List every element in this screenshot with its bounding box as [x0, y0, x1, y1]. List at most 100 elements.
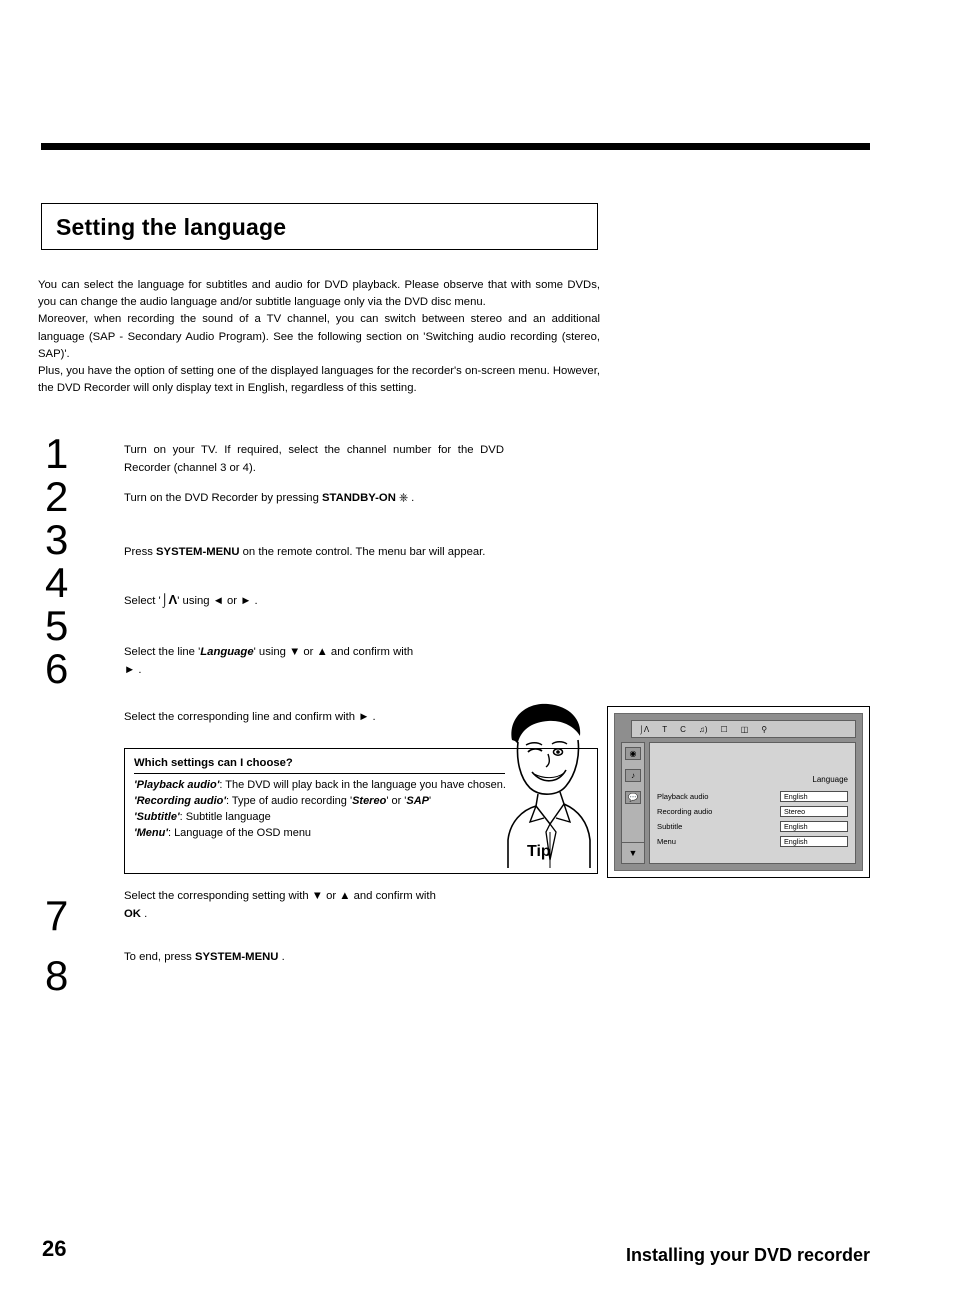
step-text: .: [251, 595, 258, 607]
step-body-5: Select the line 'Language' using ▼ or ▲ …: [124, 644, 504, 679]
step-text: Select the line ': [124, 646, 201, 658]
osd-row-menu[interactable]: Menu English: [657, 834, 848, 848]
tip-desc: ' or ': [386, 795, 407, 807]
step-text: To end, press: [124, 951, 195, 963]
step-text: ' using: [177, 595, 213, 607]
step-text: Select the corresponding line and confir…: [124, 711, 359, 723]
page-number: 26: [42, 1236, 67, 1261]
step-body-8: To end, press SYSTEM-MENU .: [124, 949, 504, 967]
step-number: 1: [45, 430, 68, 477]
step-text: Press: [124, 546, 157, 558]
key-label-system-menu: SYSTEM-MENU: [194, 951, 279, 963]
speech-bubble-icon[interactable]: 💬: [625, 791, 641, 804]
tip-term: 'Menu': [134, 827, 168, 839]
footer-title: Installing your DVD recorder: [625, 1245, 870, 1265]
step-body-3: Press SYSTEM-MENU on the remote control.…: [124, 544, 504, 562]
step-number: 6: [45, 645, 68, 692]
step-text: Select the corresponding setting with: [124, 890, 312, 902]
tip-line-subtitle: 'Subtitle': Subtitle language: [134, 810, 514, 825]
osd-row-recording-audio[interactable]: Recording audio Stereo: [657, 804, 848, 818]
tip-term: 'Recording audio': [134, 795, 227, 807]
step-text: ' using: [253, 646, 290, 658]
page-title-box: Setting the language: [41, 203, 598, 250]
tip-desc: ': [429, 795, 432, 807]
osd-row-label: Subtitle: [657, 821, 683, 831]
step-number: 2: [45, 473, 68, 520]
osd-row-value[interactable]: Stereo: [780, 805, 848, 817]
left-arrow-icon: ◄: [212, 595, 224, 607]
step-body-6: Select the corresponding line and confir…: [124, 709, 504, 727]
up-arrow-icon: ▲: [316, 646, 328, 658]
step-text: Turn on the DVD Recorder by pressing: [124, 492, 322, 504]
tip-value-sap: SAP: [406, 795, 430, 807]
step-text: .: [369, 711, 376, 723]
menu-item-language: Language: [200, 646, 254, 658]
osd-settings-rows: Playback audio English Recording audio S…: [657, 789, 848, 849]
osd-sidebar-down-arrow-icon[interactable]: ▼: [621, 842, 645, 864]
tip-line-menu: 'Menu': Language of the OSD menu: [134, 826, 514, 841]
step-text: .: [408, 492, 415, 504]
osd-tab-t[interactable]: T: [662, 725, 667, 734]
speaker-icon[interactable]: ♪: [625, 769, 641, 782]
tip-content: Which settings can I choose? 'Playback a…: [134, 756, 514, 842]
intro-paragraph-3: Plus, you have the option of setting one…: [38, 365, 600, 395]
up-arrow-icon: ▲: [339, 890, 351, 902]
intro-paragraph-2: Moreover, when recording the sound of a …: [38, 313, 600, 360]
osd-screenshot-frame: ⌡Λ T C ♫) ☐ ◫ ⚲ ◉ ♪ 💬 ▼ Language Playbac…: [607, 706, 870, 878]
osd-row-label: Recording audio: [657, 806, 713, 816]
step-body-7: Select the corresponding setting with ▼ …: [124, 888, 514, 923]
osd-row-value[interactable]: English: [780, 835, 848, 847]
power-icon: ⎈: [395, 492, 409, 504]
tip-term: 'Subtitle': [134, 811, 180, 823]
step-number: 4: [45, 559, 68, 606]
osd-screen: ⌡Λ T C ♫) ☐ ◫ ⚲ ◉ ♪ 💬 ▼ Language Playbac…: [614, 713, 863, 871]
step-number-column: 1 2 3 4 5 6: [45, 432, 105, 690]
tip-desc: : Subtitle language: [179, 811, 271, 823]
osd-row-value[interactable]: English: [780, 790, 848, 802]
step-text: Turn on your TV. If required, select the…: [124, 444, 504, 474]
step-text: on the remote control. The menu bar will…: [239, 546, 486, 558]
intro-paragraph-1: You can select the language for subtitle…: [38, 279, 600, 309]
disc-icon[interactable]: ◉: [625, 747, 641, 760]
sound-icon[interactable]: ♫): [699, 725, 708, 734]
step-body-2: Turn on the DVD Recorder by pressing STA…: [124, 490, 504, 508]
step-text: Select ': [124, 595, 161, 607]
step-number: 5: [45, 602, 68, 649]
down-arrow-icon: ▼: [289, 646, 301, 658]
tip-term: 'Playback audio': [134, 779, 220, 791]
step-body-1: Turn on your TV. If required, select the…: [124, 442, 504, 477]
search-icon[interactable]: ⚲: [761, 725, 767, 734]
step-text: .: [278, 951, 285, 963]
page-title: Setting the language: [56, 214, 287, 240]
osd-row-label: Playback audio: [657, 791, 709, 801]
osd-menu-bar: ⌡Λ T C ♫) ☐ ◫ ⚲: [631, 720, 856, 738]
tip-line-recording-audio: 'Recording audio': Type of audio recordi…: [134, 794, 514, 809]
step-text: or: [223, 595, 241, 607]
header-rule: [41, 143, 870, 150]
step-text: or: [322, 890, 340, 902]
key-label-system-menu: SYSTEM-MENU: [156, 546, 240, 558]
step-number: 8: [45, 952, 68, 999]
osd-tab-c[interactable]: C: [680, 725, 686, 734]
tip-line-playback-audio: 'Playback audio': The DVD will play back…: [134, 778, 514, 793]
osd-row-subtitle[interactable]: Subtitle English: [657, 819, 848, 833]
camera-icon[interactable]: ◫: [741, 725, 749, 734]
right-arrow-icon: ►: [124, 663, 136, 676]
screen-icon[interactable]: ☐: [721, 725, 728, 734]
step-body-4: Select '⌡Λ' using ◄ or ► .: [124, 591, 504, 611]
osd-row-value[interactable]: English: [780, 820, 848, 832]
tools-icon[interactable]: ⌡Λ: [639, 725, 649, 734]
tip-desc: : The DVD will play back in the language…: [219, 779, 506, 791]
osd-settings-panel: Language Playback audio English Recordin…: [649, 742, 856, 864]
tip-label: Tip: [527, 843, 551, 860]
osd-row-playback-audio[interactable]: Playback audio English: [657, 789, 848, 803]
down-arrow-icon: ▼: [311, 890, 323, 902]
step-text: .: [135, 663, 142, 676]
step-number: 7: [45, 892, 68, 939]
intro-paragraphs: You can select the language for subtitle…: [38, 277, 600, 397]
right-arrow-icon: ►: [358, 711, 370, 723]
step-text: and confirm with: [350, 890, 436, 902]
tip-desc: : Type of audio recording ': [226, 795, 353, 807]
step-text: or: [300, 646, 317, 658]
osd-panel-title: Language: [812, 775, 848, 784]
